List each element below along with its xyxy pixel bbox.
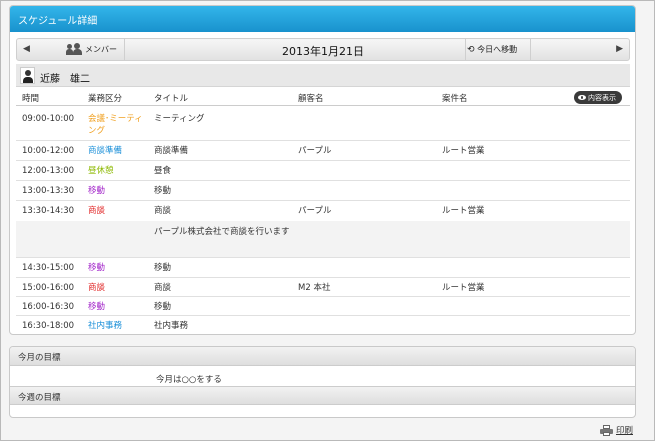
header-project: 案件名 — [442, 94, 468, 104]
header-customer: 顧客名 — [298, 94, 324, 104]
row-title: 商談 — [154, 283, 172, 293]
divider — [530, 39, 531, 60]
row-time: 16:00-16:30 — [22, 302, 75, 312]
row-category: 移動 — [88, 263, 106, 273]
row-time: 16:30-18:00 — [22, 321, 75, 331]
row-title: 移動 — [154, 186, 172, 196]
row-category: 社内事務 — [88, 321, 123, 331]
row-time: 12:00-13:00 — [22, 166, 75, 176]
panel-title: スケジュール詳細 — [10, 6, 635, 32]
header-title: タイトル — [154, 94, 189, 104]
row-title: ミーティング — [154, 114, 205, 124]
show-content-button[interactable]: 内容表示 — [574, 91, 622, 104]
avatar — [20, 67, 35, 84]
row-title: 商談 — [154, 206, 172, 216]
table-row[interactable]: 13:00-13:30 移動 移動 — [16, 181, 630, 201]
date-navigation-bar: ◀ メンバー 2013年1月21日 ⟲ 今日へ移動 ▶ — [16, 38, 630, 61]
divider — [465, 39, 466, 60]
row-title: 社内事務 — [154, 321, 189, 331]
row-title: 移動 — [154, 302, 172, 312]
row-category: 商談準備 — [88, 146, 123, 156]
row-title: 昼食 — [154, 166, 172, 176]
table-row[interactable]: 14:30-15:00 移動 移動 — [16, 258, 630, 278]
goals-panel: 今月の目標 今月は○○をする 今週の目標 — [9, 346, 636, 418]
print-button[interactable]: 印刷 — [599, 424, 633, 436]
table-header: 時間 業務区分 タイトル 顧客名 案件名 内容表示 — [16, 89, 630, 106]
row-category: 会議･ミーティング — [88, 114, 143, 136]
row-category: 商談 — [88, 206, 106, 216]
header-category: 業務区分 — [88, 94, 123, 104]
table-row[interactable]: 09:00-10:00 会議･ミーティング ミーティング — [16, 107, 630, 141]
table-row[interactable]: 12:00-13:00 昼休憩 昼食 — [16, 161, 630, 181]
row-category: 移動 — [88, 186, 106, 196]
row-category: 移動 — [88, 302, 106, 312]
row-detail-text: パープル株式会社で商談を行います — [154, 227, 290, 237]
monthly-goal-text: 今月は○○をする — [156, 375, 222, 385]
table-row[interactable]: 15:00-16:00 商談 商談 M2 本社 ルート営業 — [16, 278, 630, 297]
header-time: 時間 — [22, 94, 40, 104]
monthly-goal-header: 今月の目標 — [10, 347, 635, 366]
user-row: 近藤 雄二 — [16, 64, 630, 87]
row-detail: パープル株式会社で商談を行います — [16, 221, 630, 258]
row-project: ルート営業 — [442, 146, 485, 156]
row-time: 13:00-13:30 — [22, 186, 75, 196]
row-time: 14:30-15:00 — [22, 263, 75, 273]
row-time: 09:00-10:00 — [22, 114, 75, 124]
eye-icon — [578, 95, 586, 100]
show-content-label: 内容表示 — [588, 93, 616, 102]
table-row[interactable]: 13:30-14:30 商談 商談 パープル ルート営業 — [16, 201, 630, 221]
row-customer: パープル — [298, 206, 332, 216]
row-time: 15:00-16:00 — [22, 283, 75, 293]
go-to-today-button[interactable]: ⟲ 今日へ移動 — [467, 44, 517, 55]
row-category: 昼休憩 — [88, 166, 114, 176]
table-row[interactable]: 16:30-18:00 社内事務 社内事務 — [16, 316, 630, 334]
row-title: 商談準備 — [154, 146, 189, 156]
row-customer: パープル — [298, 146, 332, 156]
table-row[interactable]: 10:00-12:00 商談準備 商談準備 パープル ルート営業 — [16, 141, 630, 161]
row-project: ルート営業 — [442, 206, 485, 216]
row-category: 商談 — [88, 283, 106, 293]
return-arrow-icon: ⟲ — [467, 45, 475, 55]
row-time: 10:00-12:00 — [22, 146, 75, 156]
current-date: 2013年1月21日 — [282, 45, 364, 58]
table-row[interactable]: 16:00-16:30 移動 移動 — [16, 297, 630, 316]
weekly-goal-header: 今週の目標 — [10, 386, 635, 405]
print-label: 印刷 — [615, 426, 633, 436]
row-project: ルート営業 — [442, 283, 485, 293]
row-customer: M2 本社 — [298, 283, 331, 293]
user-name: 近藤 雄二 — [40, 74, 90, 85]
schedule-detail-panel: スケジュール詳細 ◀ メンバー 2013年1月21日 ⟲ 今日へ移動 ▶ 近藤 … — [9, 5, 636, 335]
printer-icon — [599, 424, 613, 436]
row-title: 移動 — [154, 263, 172, 273]
go-to-today-label: 今日へ移動 — [477, 45, 518, 54]
row-time: 13:30-14:30 — [22, 206, 75, 216]
next-day-button[interactable]: ▶ — [616, 44, 623, 54]
